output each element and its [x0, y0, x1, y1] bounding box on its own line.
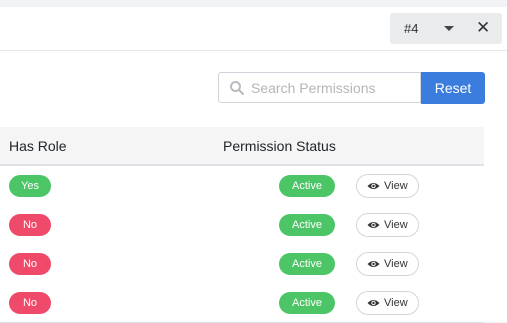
- column-header-permission-status: Permission Status: [223, 138, 336, 154]
- view-button[interactable]: View: [356, 213, 419, 237]
- table-row: Yes Active View: [0, 166, 484, 206]
- close-icon[interactable]: ✕: [476, 18, 490, 38]
- view-label: View: [384, 180, 408, 192]
- tab-selector[interactable]: #4 ✕: [390, 13, 502, 44]
- status-badge: Active: [279, 292, 335, 314]
- search-icon: [230, 81, 244, 95]
- table-row: No Active View: [0, 205, 484, 245]
- eye-icon: [367, 222, 380, 228]
- has-role-badge: Yes: [9, 175, 51, 197]
- status-badge: Active: [279, 253, 335, 275]
- status-badge: Active: [279, 175, 335, 197]
- eye-icon: [367, 183, 380, 189]
- chevron-down-icon[interactable]: [444, 26, 454, 31]
- search-field[interactable]: [218, 72, 421, 103]
- has-role-badge: No: [9, 292, 51, 314]
- column-header-has-role: Has Role: [9, 138, 67, 154]
- view-label: View: [384, 297, 408, 309]
- view-label: View: [384, 258, 408, 270]
- view-button[interactable]: View: [356, 291, 419, 315]
- has-role-badge: No: [9, 253, 51, 275]
- permissions-panel: Reset Has Role Permission Status Yes Act…: [0, 51, 507, 323]
- view-label: View: [384, 219, 408, 231]
- table-row: No Active View: [0, 283, 484, 323]
- reset-button[interactable]: Reset: [421, 72, 485, 104]
- view-button[interactable]: View: [356, 252, 419, 276]
- top-bar: #4 ✕: [0, 7, 507, 51]
- tab-number: #4: [404, 21, 419, 36]
- table-header: Has Role Permission Status: [0, 127, 484, 166]
- search-input[interactable]: [251, 73, 416, 102]
- eye-icon: [367, 300, 380, 306]
- status-badge: Active: [279, 214, 335, 236]
- view-button[interactable]: View: [356, 174, 419, 198]
- eye-icon: [367, 261, 380, 267]
- table-row: No Active View: [0, 244, 484, 284]
- has-role-badge: No: [9, 214, 51, 236]
